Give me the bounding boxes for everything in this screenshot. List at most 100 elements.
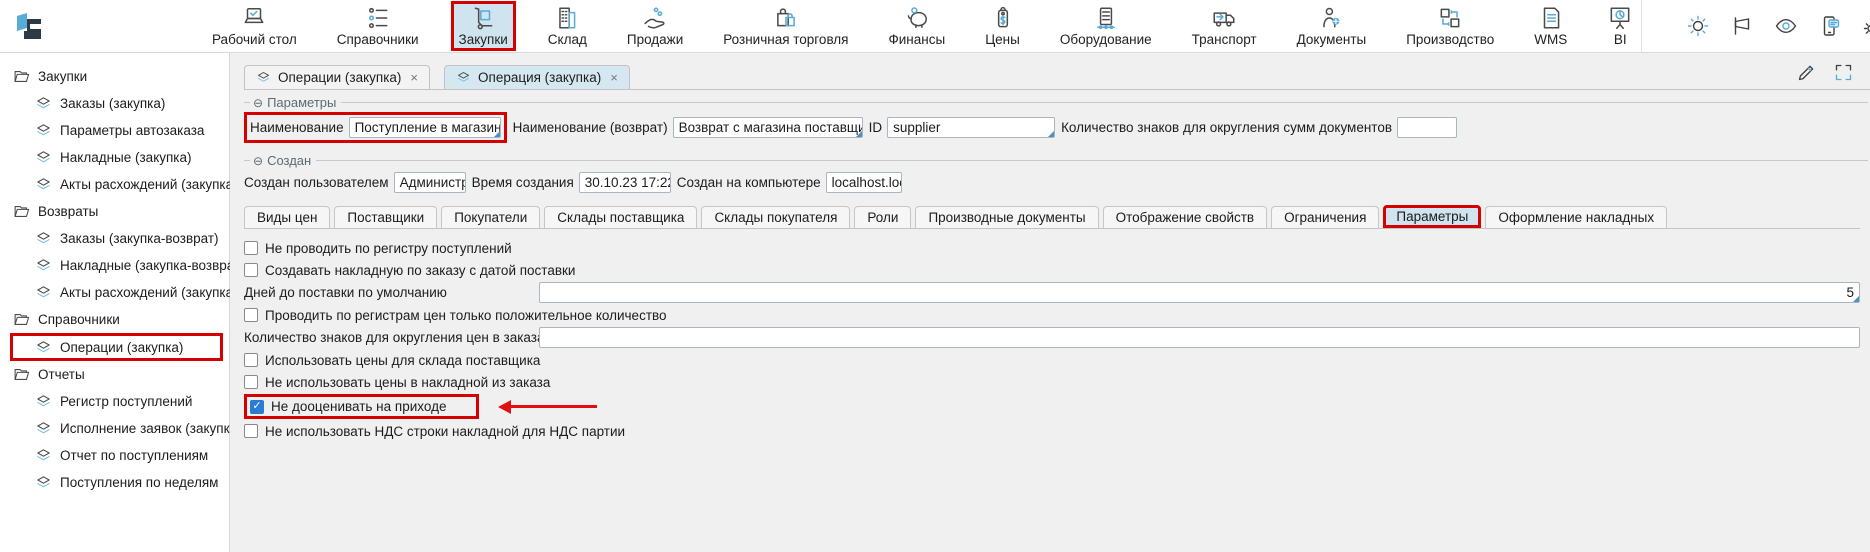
return-name-input[interactable]: Возврат с магазина поставщику bbox=[673, 117, 863, 138]
retail-icon bbox=[773, 5, 799, 31]
navigation-sidebar: Закупки Заказы (закупка) Параметры автоз… bbox=[0, 53, 230, 552]
id-field-label: ID bbox=[869, 120, 883, 135]
toolbar-item-equipment[interactable]: Оборудование bbox=[1052, 1, 1160, 51]
sidebar-item-invoices-purchase[interactable]: Накладные (закупка) bbox=[0, 144, 229, 171]
doc-sum-rounding-input[interactable] bbox=[1397, 117, 1457, 138]
toolbar-item-label: WMS bbox=[1534, 32, 1567, 47]
tab-parameters[interactable]: Параметры bbox=[1383, 205, 1481, 228]
sidebar-item-invoices-purchase-return[interactable]: Накладные (закупка-возврат) bbox=[0, 252, 229, 279]
sidebar-folder-catalogs[interactable]: Справочники bbox=[0, 306, 229, 333]
transport-icon bbox=[1211, 5, 1237, 31]
layers-icon bbox=[35, 393, 52, 410]
toolbar-item-desktop[interactable]: Рабочий стол bbox=[204, 1, 305, 51]
close-icon[interactable]: × bbox=[410, 70, 418, 85]
finance-icon bbox=[904, 5, 930, 31]
sidebar-folder-purchases[interactable]: Закупки bbox=[0, 63, 229, 90]
sales-icon bbox=[642, 5, 668, 31]
toolbar-item-label: Транспорт bbox=[1192, 32, 1257, 47]
tab-customer-warehouses[interactable]: Склады покупателя bbox=[701, 206, 850, 228]
toolbar-item-bi[interactable]: BI bbox=[1599, 1, 1641, 51]
doc-tab-operations-purchase[interactable]: Операции (закупка) × bbox=[244, 65, 430, 89]
tab-roles[interactable]: Роли bbox=[854, 206, 911, 228]
toolbar-item-transport[interactable]: Транспорт bbox=[1184, 1, 1265, 51]
tab-property-display[interactable]: Отображение свойств bbox=[1103, 206, 1268, 228]
collapse-icon[interactable]: ⊖ bbox=[253, 96, 263, 110]
toolbar-item-finance[interactable]: Финансы bbox=[881, 1, 954, 51]
sidebar-folder-returns[interactable]: Возвраты bbox=[0, 198, 229, 225]
toolbar-item-documents[interactable]: Документы bbox=[1289, 1, 1375, 51]
sidebar-item-orders-purchase[interactable]: Заказы (закупка) bbox=[0, 90, 229, 117]
toolbar-item-purchases[interactable]: Закупки bbox=[451, 1, 516, 51]
sidebar-item-discrepancy-acts-purchase-return[interactable]: Акты расхождений (закупка-возврат) bbox=[0, 279, 229, 306]
sidebar-item-orders-purchase-return[interactable]: Заказы (закупка-возврат) bbox=[0, 225, 229, 252]
toolbar-item-wms[interactable]: WMS bbox=[1526, 1, 1575, 51]
feedback-icon[interactable] bbox=[1818, 14, 1842, 38]
toolbar-item-sales[interactable]: Продажи bbox=[619, 1, 691, 51]
flag-icon[interactable] bbox=[1730, 14, 1754, 38]
settings-icon[interactable] bbox=[1862, 14, 1870, 38]
sidebar-item-discrepancy-acts-purchase[interactable]: Акты расхождений (закупка) bbox=[0, 171, 229, 198]
toolbar-item-label: Документы bbox=[1297, 32, 1367, 47]
layers-icon bbox=[35, 122, 52, 139]
tab-suppliers[interactable]: Поставщики bbox=[334, 206, 437, 228]
option-row: Не использовать цены в накладной из зака… bbox=[244, 372, 1860, 392]
close-icon[interactable]: × bbox=[610, 70, 618, 85]
name-field-highlight: Наименование Поступление в магазин от по… bbox=[244, 112, 507, 143]
main-panel: Операции (закупка) × Операция (закупка) … bbox=[230, 53, 1870, 552]
created-by-field: Создан пользователем Администра bbox=[244, 172, 466, 193]
checkbox-no-vat-from-invoice-lines[interactable] bbox=[244, 424, 258, 438]
id-input[interactable]: supplier bbox=[887, 117, 1055, 138]
toolbar-item-label: Продажи bbox=[627, 32, 683, 47]
price-rounding-digits-input[interactable] bbox=[539, 327, 1860, 348]
collapse-icon[interactable]: ⊖ bbox=[253, 154, 263, 168]
checkbox-create-invoice-by-order[interactable] bbox=[244, 263, 258, 277]
tab-restrictions[interactable]: Ограничения bbox=[1271, 206, 1379, 228]
option-row: Количество знаков для округления цен в з… bbox=[244, 327, 1860, 348]
sidebar-item-autoorder-params[interactable]: Параметры автозаказа bbox=[0, 117, 229, 144]
tab-customers[interactable]: Покупатели bbox=[441, 206, 540, 228]
toolbar-item-label: Справочники bbox=[337, 32, 419, 47]
checkbox-no-receipt-register[interactable] bbox=[244, 241, 258, 255]
doc-tab-operation-purchase[interactable]: Операция (закупка) × bbox=[444, 65, 630, 89]
sidebar-item-receipt-register[interactable]: Регистр поступлений bbox=[0, 388, 229, 415]
checkbox-no-revaluation-on-receipt[interactable]: ✓ bbox=[250, 400, 264, 414]
edit-pencil-icon[interactable] bbox=[1796, 62, 1817, 83]
tab-supplier-warehouses[interactable]: Склады поставщика bbox=[544, 206, 697, 228]
toolbar-item-retail[interactable]: Розничная торговля bbox=[715, 1, 856, 51]
sidebar-folder-reports[interactable]: Отчеты bbox=[0, 361, 229, 388]
eye-icon[interactable] bbox=[1774, 14, 1798, 38]
checkbox-no-order-prices-in-invoice[interactable] bbox=[244, 375, 258, 389]
sidebar-item-receipts-by-week[interactable]: Поступления по неделям bbox=[0, 469, 229, 496]
option-row: Не использовать НДС строки накладной для… bbox=[244, 421, 1860, 441]
group-header-created: ⊖ Создан bbox=[244, 153, 1870, 168]
sidebar-item-request-fulfillment[interactable]: Исполнение заявок (закупка) bbox=[0, 415, 229, 442]
sidebar-item-operations-purchase[interactable]: Операции (закупка) bbox=[10, 333, 223, 361]
toolbar-item-label: Склад bbox=[548, 32, 587, 47]
created-time-input[interactable]: 30.10.23 17:22 bbox=[579, 172, 671, 193]
fullscreen-icon[interactable] bbox=[1833, 62, 1854, 83]
wms-icon bbox=[1538, 5, 1564, 31]
tab-price-types[interactable]: Виды цен bbox=[244, 206, 330, 228]
created-time-label: Время создания bbox=[472, 175, 574, 190]
brightness-icon[interactable] bbox=[1686, 14, 1710, 38]
toolbar-item-label: Цены bbox=[985, 32, 1020, 47]
layers-icon bbox=[256, 70, 271, 85]
default-delivery-days-input[interactable]: 5 bbox=[539, 282, 1860, 303]
checkbox-positive-qty-price-registers[interactable] bbox=[244, 308, 258, 322]
name-input[interactable]: Поступление в магазин от поставщика bbox=[349, 117, 501, 138]
tab-derived-documents[interactable]: Производные документы bbox=[915, 206, 1098, 228]
toolbar-item-production[interactable]: Производство bbox=[1398, 1, 1502, 51]
option-row: Создавать накладную по заказу с датой по… bbox=[244, 260, 1860, 280]
toolbar-item-catalogs[interactable]: Справочники bbox=[329, 1, 427, 51]
sidebar-item-receipts-report[interactable]: Отчет по поступлениям bbox=[0, 442, 229, 469]
created-by-input[interactable]: Администра bbox=[394, 172, 466, 193]
created-computer-input[interactable]: localhost.loca bbox=[826, 172, 902, 193]
id-field: ID supplier bbox=[869, 117, 1056, 138]
parameters-fields-row: Наименование Поступление в магазин от по… bbox=[244, 112, 1870, 143]
toolbar-item-warehouse[interactable]: Склад bbox=[540, 1, 595, 51]
prices-icon bbox=[990, 5, 1016, 31]
tab-invoice-formatting[interactable]: Оформление накладных bbox=[1485, 206, 1667, 228]
name-field-label: Наименование bbox=[250, 120, 344, 135]
checkbox-use-supplier-warehouse-prices[interactable] bbox=[244, 353, 258, 367]
toolbar-item-prices[interactable]: Цены bbox=[977, 1, 1028, 51]
